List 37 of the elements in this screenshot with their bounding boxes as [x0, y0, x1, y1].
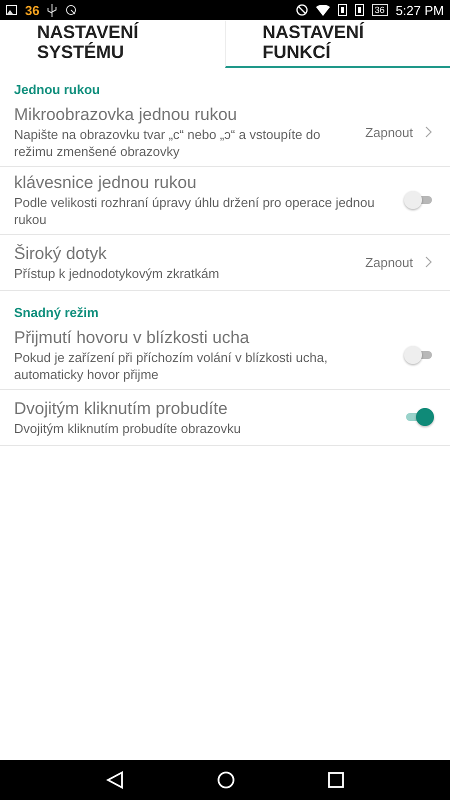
setting-title: Široký dotyk: [14, 242, 108, 264]
setting-description: Přístup k jednodotykovým zkratkám: [14, 264, 220, 282]
sim-icon: [354, 4, 364, 16]
usb-icon: [47, 4, 58, 16]
recent-apps-icon[interactable]: [328, 772, 344, 788]
toggle-switch[interactable]: [404, 346, 432, 364]
setting-title: Přijmutí hovoru v blízkosti ucha: [14, 327, 250, 349]
setting-title: Dvojitým kliknutím probudíte: [14, 398, 229, 420]
wifi-icon: [316, 4, 330, 16]
setting-value: Zapnout: [365, 254, 413, 270]
chevron-right-icon: [425, 256, 432, 268]
setting-row[interactable]: klávesnice jednou rukou Podle velikosti rozhraní úpravy úhlu držení pro operace jednou rukou: [0, 167, 450, 235]
setting-title: Mikroobrazovka jednou rukou: [14, 104, 238, 126]
section-header: Snadný režim: [13, 304, 100, 322]
setting-row[interactable]: Široký dotyk Přístup k jednodotykovým zkratkám Zapnout: [0, 235, 450, 291]
back-icon[interactable]: [106, 771, 124, 789]
toggle-switch[interactable]: [404, 191, 432, 209]
setting-description: Dvojitým kliknutím probudíte obrazovku: [14, 420, 242, 436]
setting-title: klávesnice jednou rukou: [14, 172, 198, 194]
sim-icon: [338, 4, 347, 16]
setting-row[interactable]: Přijmutí hovoru v blízkosti ucha Pokud je zařízení při příchozím volání v blízkosti ucha, automaticky hovor přijme: [0, 322, 450, 390]
setting-row[interactable]: Dvojitým kliknutím probudíte Dvojitým kliknutím probudíte obrazovku: [0, 390, 450, 446]
setting-description: Napište na obrazovku tvar „c“ nebo „ↄ“ a vstoupíte do režimu zmenšené obrazovky: [14, 126, 322, 160]
home-icon[interactable]: [216, 771, 235, 789]
clock: 5:27 PM: [396, 2, 444, 18]
toggle-switch[interactable]: [404, 408, 432, 426]
setting-description: Pokud je zařízení při příchozím volání v blízkosti ucha, automaticky hovor přijme: [14, 349, 329, 383]
setting-row[interactable]: Mikroobrazovka jednou rukou Napište na obrazovku tvar „c“ nebo „ↄ“ a vstoupíte do režimu zmenšené obrazovky Zapnout: [0, 99, 450, 167]
notification-count: 36: [25, 2, 40, 18]
section-header: Jednou rukou: [13, 81, 101, 99]
tab[interactable]: NASTAVENÍ SYSTÉMU: [0, 20, 224, 68]
setting-description: Podle velikosti rozhraní úpravy úhlu držení pro operace jednou rukou: [14, 194, 376, 228]
image-icon: [6, 5, 17, 15]
chevron-right-icon: [425, 126, 432, 138]
blocked-icon: [296, 4, 308, 16]
battery-icon: 36: [372, 4, 388, 16]
setting-value: Zapnout: [365, 124, 413, 140]
